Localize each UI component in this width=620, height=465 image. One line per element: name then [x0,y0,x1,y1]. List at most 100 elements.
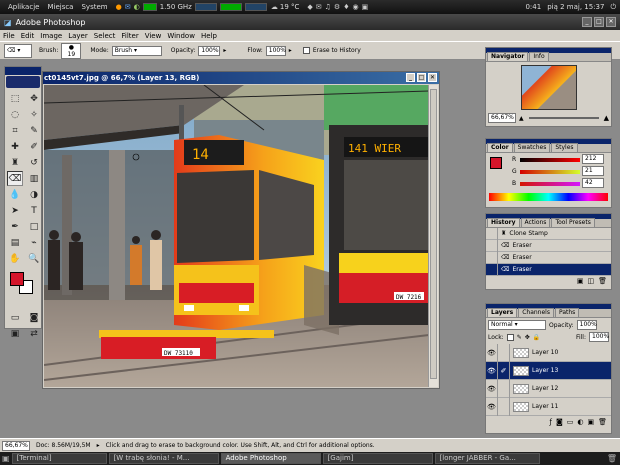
tab-navigator[interactable]: Navigator [487,52,529,61]
layer-opacity-field[interactable]: 100% [576,320,597,330]
mode-select[interactable]: Brush ▾ [111,45,162,56]
lock-transparency-checkbox[interactable] [506,333,514,341]
g-value[interactable]: 21 [582,166,604,176]
menu-image[interactable]: Image [37,32,65,40]
brush-picker[interactable]: ● 19 [61,42,82,59]
layer-row-selected[interactable]: 👁 ✐ Layer 13 [486,361,611,380]
navigator-preview[interactable] [520,65,577,110]
history-brush-tool-icon[interactable]: ↺ [26,155,42,170]
layer-row[interactable]: 👁 Layer 12 [486,379,611,398]
zoom-slider[interactable] [528,117,599,119]
color-fg-swatch[interactable] [490,157,502,169]
lasso-tool-icon[interactable]: ◌ [7,107,23,122]
b-slider[interactable] [520,182,580,186]
r-slider[interactable] [520,158,580,162]
scroll-thumb[interactable] [430,89,437,379]
history-item-selected[interactable]: ⌫ Eraser [486,263,611,276]
tool-preset-picker[interactable]: ⌫ ▾ [4,43,32,58]
app-logo[interactable] [6,76,40,88]
task-jabber[interactable]: [longer JABBER - Ga... [434,453,540,464]
tab-tool-presets[interactable]: Tool Presets [551,218,595,227]
navigator-zoom-field[interactable]: 66,67% [488,113,516,123]
flow-field[interactable]: 100% [265,45,286,56]
history-item[interactable]: ♜ Clone Stamp [486,227,611,240]
task-browser[interactable]: [W trabę słonia! - M... [108,453,219,464]
task-photoshop[interactable]: Adobe Photoshop [220,453,321,464]
menu-file[interactable]: File [0,32,18,40]
tab-history[interactable]: History [487,218,520,227]
visibility-eye-icon[interactable]: 👁 [486,343,498,362]
visibility-eye-icon[interactable]: 👁 [486,361,498,380]
type-tool-icon[interactable]: T [26,203,42,218]
layer-row[interactable]: 👁 Layer 11 [486,397,611,416]
close-button[interactable]: ✕ [606,17,616,27]
tab-swatches[interactable]: Swatches [513,143,551,152]
opacity-dropdown-icon[interactable]: ▸ [223,47,226,54]
menu-select[interactable]: Select [91,32,119,40]
quick-mask-mode-icon[interactable]: ◙ [26,310,42,325]
layer-row[interactable]: 👁 Layer 10 [486,343,611,362]
tab-actions[interactable]: Actions [520,218,551,227]
menu-help[interactable]: Help [198,32,220,40]
erase-to-history-checkbox[interactable] [302,47,310,54]
adjustment-layer-icon[interactable]: ◐ [577,418,583,426]
slice-tool-icon[interactable]: ✎ [26,123,42,138]
tab-paths[interactable]: Paths [554,308,580,317]
dodge-tool-icon[interactable]: ◑ [26,187,42,202]
power-icon[interactable]: ⏻ [610,3,616,12]
new-set-icon[interactable]: ▭ [567,418,574,426]
image-canvas[interactable]: 14 DW 73110 141 WIER DW 7216 [44,85,429,387]
clone-stamp-tool-icon[interactable]: ♜ [7,155,23,170]
standard-mode-icon[interactable]: ▭ [7,310,23,325]
history-item[interactable]: ⌫ Eraser [486,251,611,264]
lock-pixels-icon[interactable]: ✎ [517,334,522,341]
layer-style-icon[interactable]: ƒ [549,418,551,426]
brush-tool-icon[interactable]: ✐ [26,139,42,154]
doc-close-button[interactable]: ✕ [428,73,437,82]
menu-system[interactable]: System [81,3,107,11]
history-item[interactable]: ⌫ Eraser [486,239,611,252]
menu-filter[interactable]: Filter [118,32,141,40]
fill-field[interactable]: 100% [589,332,609,342]
magic-wand-tool-icon[interactable]: ✧ [26,107,42,122]
blend-mode-select[interactable]: Normal ▾ [488,320,546,330]
delete-layer-icon[interactable]: 🗑 [598,418,607,426]
minimize-button[interactable]: _ [582,17,592,27]
trash-icon[interactable]: 🗑 [607,454,617,463]
shape-tool-icon[interactable]: □ [26,219,42,234]
new-document-from-state-icon[interactable]: ▣ [577,277,584,285]
tab-color[interactable]: Color [487,143,513,152]
doc-info-menu-icon[interactable]: ▸ [97,442,100,449]
foreground-color-swatch[interactable] [10,272,24,286]
task-gajim[interactable]: [Gajim] [322,453,433,464]
menu-layer[interactable]: Layer [65,32,91,40]
tab-styles[interactable]: Styles [551,143,578,152]
new-snapshot-icon[interactable]: ◫ [587,277,594,285]
doc-minimize-button[interactable]: _ [406,73,415,82]
menu-view[interactable]: View [142,32,165,40]
menu-window[interactable]: Window [164,32,198,40]
tab-info[interactable]: Info [529,52,549,61]
visibility-eye-icon[interactable]: 👁 [486,379,498,398]
lock-position-icon[interactable]: ✥ [525,334,530,341]
tab-channels[interactable]: Channels [518,308,554,317]
menu-places[interactable]: Miejsca [47,3,73,11]
b-value[interactable]: 42 [582,178,604,188]
visibility-eye-icon[interactable]: 👁 [486,397,498,416]
notes-tool-icon[interactable]: ▤ [7,235,23,250]
jump-to-imageready-icon[interactable]: ⇄ [26,326,42,341]
menu-edit[interactable]: Edit [18,32,38,40]
date[interactable]: pią 2 maj, 15:37 [547,3,604,11]
screen-mode-icon[interactable]: ▣ [7,326,23,341]
path-selection-tool-icon[interactable]: ➤ [7,203,23,218]
document-titlebar[interactable]: ct0145vt7.jpg @ 66,7% (Layer 13, RGB) _ … [43,72,439,84]
lock-all-icon[interactable]: 🔒 [533,334,540,341]
zoom-out-icon[interactable]: ▲ [519,115,524,122]
healing-brush-tool-icon[interactable]: ✚ [7,139,23,154]
zoom-in-icon[interactable]: ▲ [604,114,609,122]
mail-launcher-icon[interactable]: ✉ [125,3,131,11]
add-mask-icon[interactable]: ◙ [556,418,563,426]
flow-dropdown-icon[interactable]: ▸ [289,47,292,54]
move-tool-icon[interactable]: ✥ [26,91,42,106]
color-spectrum-ramp[interactable] [489,193,608,201]
